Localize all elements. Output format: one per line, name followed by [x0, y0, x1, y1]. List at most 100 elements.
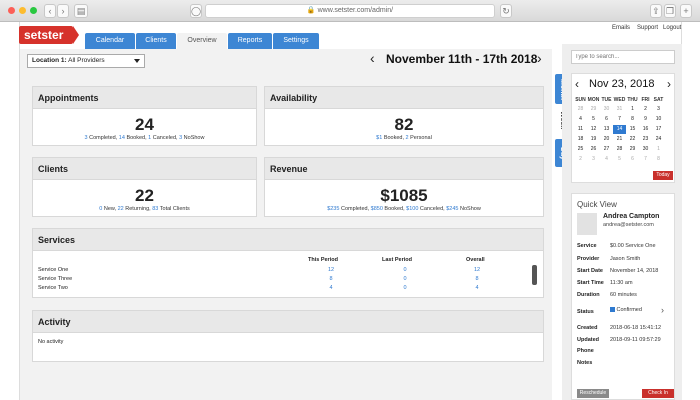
shield-icon[interactable]: ◯ — [190, 4, 202, 18]
calendar-day[interactable]: 1 — [652, 145, 665, 154]
calendar-day[interactable]: 9 — [639, 115, 652, 124]
calendar-week: 28 29 30 31 1 2 3 — [574, 105, 672, 114]
calendar-day[interactable]: 28 — [613, 145, 626, 154]
calendar-day[interactable]: 6 — [600, 115, 613, 124]
calendar-day[interactable]: 21 — [613, 135, 626, 144]
calendar-day[interactable]: 6 — [626, 155, 639, 164]
today-button[interactable]: Today — [653, 171, 673, 180]
service-this: 4 — [329, 285, 333, 291]
url-text: www.setster.com/admin/ — [317, 7, 394, 14]
share-icon[interactable]: ⇪ — [650, 4, 662, 18]
calendar-week: 4 5 6 7 8 9 10 — [574, 115, 672, 124]
tabs-icon[interactable]: ❐ — [664, 4, 676, 18]
calendar-day[interactable]: 30 — [639, 145, 652, 154]
calendar-day[interactable]: 30 — [600, 105, 613, 114]
reschedule-button[interactable]: Reschedule — [577, 389, 609, 398]
calendar-title: Nov 23, 2018 — [589, 78, 655, 90]
calendar-day[interactable]: 15 — [626, 125, 639, 134]
calendar-day[interactable]: 5 — [613, 155, 626, 164]
next-month-icon[interactable]: › — [667, 77, 671, 91]
check-in-button[interactable]: Check In — [642, 389, 674, 398]
tab-calendar[interactable]: Calendar — [85, 33, 135, 49]
new-tab-icon[interactable]: + — [680, 4, 692, 18]
clients-card: Clients 22 0 New, 22 Returning, 83 Total… — [32, 157, 257, 217]
field-label: Start Time — [577, 280, 604, 286]
address-bar[interactable]: 🔒 www.setster.com/admin/ — [205, 4, 495, 18]
close-window-icon[interactable] — [8, 7, 15, 14]
revenue-breakdown: $235 Completed, $850 Booked, $100 Cancel… — [327, 206, 481, 212]
appointments-breakdown: 3 Completed, 14 Booked, 1 Canceled, 3 No… — [84, 135, 205, 141]
minimize-window-icon[interactable] — [19, 7, 26, 14]
tab-overview[interactable]: Overview — [177, 33, 227, 49]
calendar-day[interactable]: 10 — [652, 115, 665, 124]
services-scrollbar[interactable] — [532, 265, 537, 285]
forward-icon[interactable]: › — [57, 4, 69, 18]
avatar — [577, 213, 597, 235]
quick-view-title: Quick View — [577, 200, 617, 209]
field-label: Provider — [577, 256, 600, 262]
calendar-day[interactable]: 29 — [626, 145, 639, 154]
tab-clients[interactable]: Clients — [136, 33, 176, 49]
calendar-day[interactable]: 28 — [574, 105, 587, 114]
next-week-icon[interactable]: › — [537, 50, 542, 66]
search-input[interactable] — [571, 50, 675, 64]
availability-value: 82 — [394, 115, 414, 134]
location-select[interactable]: Location 1: All Providers — [27, 54, 145, 68]
calendar-week: 25 26 27 28 29 30 1 — [574, 145, 672, 154]
calendar-day[interactable]: 19 — [587, 135, 600, 144]
calendar-day[interactable]: 2 — [639, 105, 652, 114]
calendar-day[interactable]: 7 — [613, 115, 626, 124]
calendar-day[interactable]: 23 — [639, 135, 652, 144]
logout-link[interactable]: Logout — [663, 25, 681, 31]
calendar-day[interactable]: 11 — [574, 125, 587, 134]
prev-week-icon[interactable]: ‹ — [370, 50, 375, 66]
prev-month-icon[interactable]: ‹ — [575, 77, 579, 91]
calendar-day[interactable]: 16 — [639, 125, 652, 134]
calendar-day[interactable]: 3 — [652, 105, 665, 114]
availability-breakdown: $1 Booked, 2 Personal — [376, 135, 432, 141]
calendar-day[interactable]: 26 — [587, 145, 600, 154]
calendar-day[interactable]: 3 — [587, 155, 600, 164]
service-name: Service Two — [38, 285, 68, 291]
client-name: Andrea Campton — [603, 213, 660, 220]
emails-link[interactable]: Emails — [612, 25, 630, 31]
calendar-day[interactable]: 24 — [652, 135, 665, 144]
calendar-day[interactable]: 5 — [587, 115, 600, 124]
calendar-day[interactable]: 13 — [600, 125, 613, 134]
calendar-day[interactable]: 4 — [574, 115, 587, 124]
reload-icon[interactable]: ↻ — [500, 4, 512, 18]
appointments-card: Appointments 24 3 Completed, 14 Booked, … — [32, 86, 257, 146]
calendar-day-selected[interactable]: 14 — [613, 125, 626, 134]
calendar-day[interactable]: 29 — [587, 105, 600, 114]
calendar-day[interactable]: 18 — [574, 135, 587, 144]
tab-settings[interactable]: Settings — [273, 33, 319, 49]
status-select[interactable]: Confirmed — [610, 307, 668, 317]
calendar-day[interactable]: 25 — [574, 145, 587, 154]
calendar-day[interactable]: 4 — [600, 155, 613, 164]
tab-reports[interactable]: Reports — [228, 33, 272, 49]
calendar-day[interactable]: 20 — [600, 135, 613, 144]
maximize-window-icon[interactable] — [30, 7, 37, 14]
setster-logo[interactable]: setster — [19, 26, 79, 44]
calendar-day[interactable]: 17 — [652, 125, 665, 134]
field-value: 60 minutes — [610, 292, 637, 298]
calendar-day[interactable]: 7 — [639, 155, 652, 164]
calendar-day[interactable]: 22 — [626, 135, 639, 144]
calendar-day[interactable]: 27 — [600, 145, 613, 154]
calendar-day[interactable]: 8 — [626, 115, 639, 124]
status-badge — [610, 307, 615, 313]
service-last: 0 — [403, 276, 407, 282]
service-overall: 4 — [475, 285, 479, 291]
back-icon[interactable]: ‹ — [44, 4, 56, 18]
chevron-right-icon[interactable]: › — [661, 305, 664, 315]
calendar-day[interactable]: 2 — [574, 155, 587, 164]
calendar-day[interactable]: 1 — [626, 105, 639, 114]
calendar-day[interactable]: 8 — [652, 155, 665, 164]
calendar-day[interactable]: 12 — [587, 125, 600, 134]
field-value: $0.00 Service One — [610, 243, 656, 249]
chevron-down-icon — [134, 59, 140, 63]
support-link[interactable]: Support — [637, 25, 658, 31]
sidebar-toggle-icon[interactable]: ▤ — [74, 4, 88, 18]
activity-empty: No activity — [38, 339, 64, 345]
calendar-day[interactable]: 31 — [613, 105, 626, 114]
